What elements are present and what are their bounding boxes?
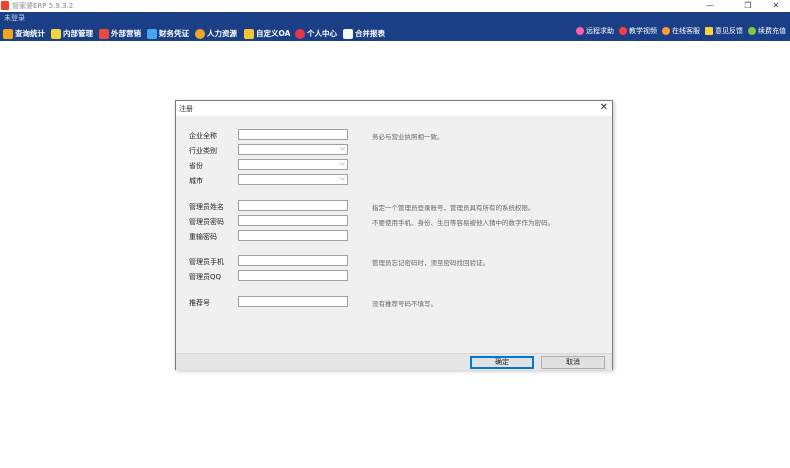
toolbar-custom-oa[interactable]: 自定义OA xyxy=(244,27,290,40)
recharge-icon xyxy=(748,26,756,35)
close-window-button[interactable]: ✕ xyxy=(764,0,788,12)
window-title: 管家婆ERP 5.9.3.2 xyxy=(12,2,74,10)
chevron-down-icon: ⌵ xyxy=(339,159,345,167)
admin-qq-label: 管理员QQ xyxy=(189,273,222,281)
admin-password-hint: 不要使用手机、身份、生日等容易被他人猜中的数字作为密码。 xyxy=(372,219,554,227)
referral-label: 推荐号 xyxy=(189,299,210,307)
remote-help-icon xyxy=(576,26,584,35)
admin-phone-hint: 管理员忘记密码时，须至密码找回验证。 xyxy=(372,259,489,267)
customer-service-icon xyxy=(662,26,670,35)
toolbar-finance-voucher[interactable]: 财务凭证 xyxy=(147,27,189,40)
confirm-password-label: 重输密码 xyxy=(189,233,217,241)
dialog-title: 注册 xyxy=(179,105,193,113)
confirm-password-input[interactable] xyxy=(238,230,348,241)
app-window: 管家婆ERP 5.9.3.2 — ❐ ✕ 未登录 远程求助 教学视频 在线客服 … xyxy=(0,0,790,468)
referral-input[interactable] xyxy=(238,296,348,307)
chart-icon xyxy=(3,28,13,39)
toolbar-external-marketing[interactable]: 外部营销 xyxy=(99,27,141,40)
province-select[interactable]: ⌵ xyxy=(238,159,348,170)
admin-name-input[interactable] xyxy=(238,200,348,211)
cancel-button[interactable]: 取消 xyxy=(541,356,605,369)
province-label: 省份 xyxy=(189,162,203,170)
dialog-close-icon[interactable]: ✕ xyxy=(600,102,608,114)
company-name-label: 企业全称 xyxy=(189,132,217,140)
company-name-hint: 务必与营业执照相一致。 xyxy=(372,133,444,141)
register-dialog: 注册 ✕ 企业全称 务必与营业执照相一致。 行业类别 ⌵ 省份 ⌵ 城市 ⌵ 管… xyxy=(175,100,613,370)
admin-qq-input[interactable] xyxy=(238,270,348,281)
toolbar-human-resources[interactable]: 人力资源 xyxy=(195,27,237,40)
toolbar-internal-management[interactable]: 内部管理 xyxy=(51,27,93,40)
minimize-button[interactable]: — xyxy=(698,0,722,12)
city-select[interactable]: ⌵ xyxy=(238,174,348,185)
quick-link-online-service[interactable]: 在线客服 xyxy=(662,25,700,36)
admin-password-label: 管理员密码 xyxy=(189,218,224,226)
city-label: 城市 xyxy=(189,177,203,185)
admin-phone-label: 管理员手机 xyxy=(189,258,224,266)
quick-link-remote-help[interactable]: 远程求助 xyxy=(576,25,614,36)
admin-name-hint: 指定一个管理员登录账号，管理员具有所有的系统权限。 xyxy=(372,204,535,212)
quick-link-renewal[interactable]: 续费充值 xyxy=(748,25,786,36)
toolbar-consolidated-report[interactable]: 合并报表 xyxy=(343,27,385,40)
admin-password-input[interactable] xyxy=(238,215,348,226)
report-icon xyxy=(343,28,353,39)
maximize-button[interactable]: ❐ xyxy=(736,0,760,12)
chevron-down-icon: ⌵ xyxy=(339,174,345,182)
tools-icon xyxy=(244,28,254,39)
heart-icon xyxy=(295,28,305,39)
play-video-icon xyxy=(619,26,627,35)
dialog-footer: 确定 取消 xyxy=(176,353,612,370)
toolbar-query-stats[interactable]: 查询统计 xyxy=(3,27,45,40)
quick-link-feedback[interactable]: 意见反馈 xyxy=(705,25,743,36)
industry-label: 行业类别 xyxy=(189,147,217,155)
app-logo-icon xyxy=(1,1,9,10)
industry-select[interactable]: ⌵ xyxy=(238,144,348,155)
dialog-titlebar: 注册 ✕ xyxy=(176,101,612,116)
chevron-down-icon: ⌵ xyxy=(339,144,345,152)
company-name-input[interactable] xyxy=(238,129,348,140)
feedback-pen-icon xyxy=(705,26,713,35)
quick-link-tutorial-video[interactable]: 教学视频 xyxy=(619,25,657,36)
toolbar-personal-center[interactable]: 个人中心 xyxy=(295,27,337,40)
management-icon xyxy=(51,28,61,39)
window-titlebar: 管家婆ERP 5.9.3.2 — ❐ ✕ xyxy=(0,0,790,12)
voucher-icon xyxy=(147,28,157,39)
marketing-icon xyxy=(99,28,109,39)
ok-button[interactable]: 确定 xyxy=(470,356,534,369)
main-toolbar: 未登录 远程求助 教学视频 在线客服 意见反馈 续费充值 查询统计 内部管理 外… xyxy=(0,12,790,41)
person-icon xyxy=(195,28,205,39)
login-status: 未登录 xyxy=(4,14,25,22)
admin-name-label: 管理员姓名 xyxy=(189,203,224,211)
admin-phone-input[interactable] xyxy=(238,255,348,266)
referral-hint: 没有推荐号码不填写。 xyxy=(372,300,437,308)
